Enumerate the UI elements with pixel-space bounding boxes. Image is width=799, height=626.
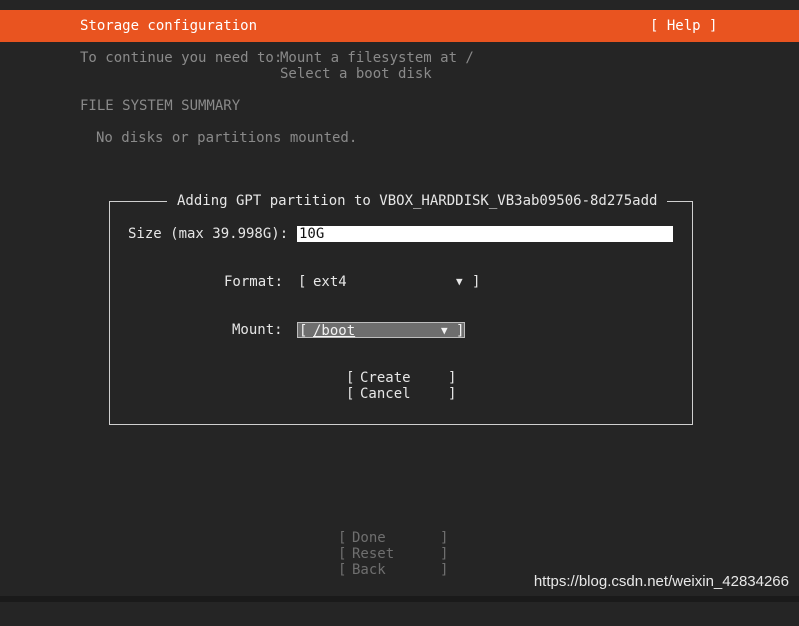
mount-label: Mount: — [232, 322, 283, 338]
summary-heading: FILE SYSTEM SUMMARY — [80, 98, 241, 114]
back-button[interactable]: [ Back ] — [338, 562, 450, 578]
bottom-strip — [0, 596, 799, 602]
mount-select[interactable]: [ /boot ▼ ] — [297, 322, 465, 339]
done-button-label: Done — [352, 530, 386, 546]
add-partition-dialog: Adding GPT partition to VBOX_HARDDISK_VB… — [109, 193, 693, 425]
chevron-down-icon: ▼ — [441, 324, 448, 337]
size-label: Size (max 39.998G): — [128, 226, 289, 242]
create-button-label: Create — [360, 370, 411, 386]
format-select[interactable]: [ ext4 ▼ ] — [298, 274, 480, 290]
page-title: Storage configuration — [80, 18, 258, 34]
format-label: Format: — [224, 274, 284, 290]
bracket-close: ] — [472, 274, 481, 290]
title-bar: Storage configuration [ Help ] — [0, 10, 799, 42]
format-value: ext4 — [313, 274, 347, 290]
mount-value: /boot — [313, 323, 356, 339]
back-button-label: Back — [352, 562, 386, 578]
instruction-mount-root: Mount a filesystem at / — [280, 50, 474, 66]
summary-empty-text: No disks or partitions mounted. — [96, 130, 358, 146]
bracket-open: [ — [299, 323, 308, 339]
help-button[interactable]: [ Help ] — [650, 18, 717, 34]
done-button[interactable]: [ Done ] — [338, 530, 450, 546]
instruction-boot-disk: Select a boot disk — [280, 66, 432, 82]
watermark: https://blog.csdn.net/weixin_42834266 — [533, 573, 789, 590]
cancel-button[interactable]: [ Cancel ] — [346, 386, 458, 402]
reset-button-label: Reset — [352, 546, 395, 562]
bracket-open: [ — [298, 274, 307, 290]
dialog-title: Adding GPT partition to VBOX_HARDDISK_VB… — [167, 193, 668, 209]
create-button[interactable]: [ Create ] — [346, 370, 458, 386]
size-input[interactable] — [297, 226, 673, 242]
bracket-close: ] — [456, 323, 465, 339]
chevron-down-icon: ▼ — [456, 275, 463, 288]
reset-button[interactable]: [ Reset ] — [338, 546, 450, 562]
cancel-button-label: Cancel — [360, 386, 411, 402]
instructions-prefix: To continue you need to: — [80, 50, 283, 66]
